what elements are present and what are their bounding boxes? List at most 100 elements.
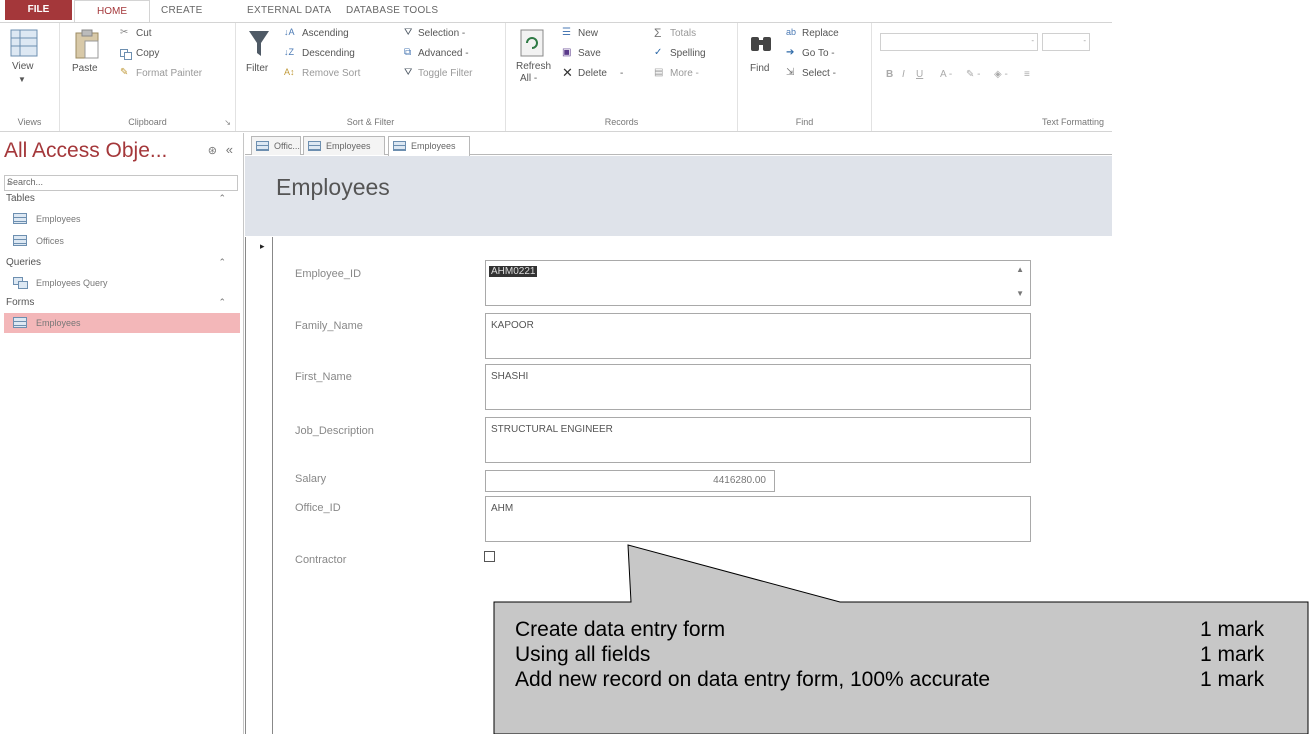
nav-section-tables[interactable]: Tables ⌃ xyxy=(6,193,236,204)
sigma-icon: Σ xyxy=(654,26,662,40)
group-find: Find ab Replace ➔ Go To - ⇲ Select - Fin… xyxy=(738,23,872,131)
doc-tab-label: Offic... xyxy=(274,141,300,151)
font-size-select[interactable]: - xyxy=(1042,33,1090,51)
totals-button[interactable]: Σ Totals xyxy=(654,26,736,43)
nav-item-label: Employees Query xyxy=(36,278,108,288)
nav-item-offices-table[interactable]: Offices xyxy=(4,231,240,251)
fill-color-icon[interactable]: ◈ - xyxy=(994,69,1008,80)
filter-label: Filter xyxy=(246,63,269,74)
contractor-checkbox[interactable] xyxy=(484,551,495,562)
tab-home[interactable]: HOME xyxy=(74,0,150,22)
toggle-filter-icon: ⛛ xyxy=(404,67,413,78)
nav-item-employees-form[interactable]: Employees xyxy=(4,313,240,333)
scroll-up-icon[interactable]: ▲ xyxy=(1016,265,1024,274)
nav-pane-title[interactable]: All Access Obje... xyxy=(4,139,167,163)
new-record-icon: ☰ xyxy=(562,27,571,38)
record-selector[interactable]: ▸ xyxy=(255,237,273,734)
toggle-filter-button[interactable]: ⛛ Toggle Filter xyxy=(404,67,504,83)
first-name-value: SHASHI xyxy=(491,371,529,382)
nav-section-label: Queries xyxy=(6,257,42,268)
advanced-filter-icon: ⧉ xyxy=(404,47,412,58)
nav-section-forms[interactable]: Forms ⌃ xyxy=(6,297,236,308)
italic-icon[interactable]: I xyxy=(902,69,905,80)
label-first-name: First_Name xyxy=(295,371,352,383)
doc-tab-employees-form[interactable]: Employees xyxy=(388,136,470,156)
bold-icon[interactable]: B xyxy=(886,69,893,80)
office-id-field[interactable]: AHM xyxy=(485,496,1031,542)
group-clipboard: Paste ✂ Cut Copy ✎ Format Painter Clipbo… xyxy=(60,23,236,131)
cut-button[interactable]: ✂ Cut xyxy=(120,27,230,43)
advanced-button[interactable]: ⧉ Advanced - xyxy=(404,47,504,63)
scroll-down-icon[interactable]: ▼ xyxy=(1016,289,1024,298)
nav-search-input[interactable]: Search... ⌕ xyxy=(4,175,238,191)
ribbon: View ▼ Views Paste ✂ Cut Copy ✎ Format P xyxy=(0,22,1112,132)
underline-icon[interactable]: U xyxy=(916,69,923,80)
doc-tab-offices[interactable]: Offic... xyxy=(251,136,301,155)
replace-button[interactable]: ab Replace xyxy=(786,27,870,43)
advanced-label: Advanced - xyxy=(418,48,469,59)
remove-sort-button[interactable]: A↕ Remove Sort xyxy=(284,67,394,83)
font-name-select[interactable]: - xyxy=(880,33,1038,51)
label-salary: Salary xyxy=(295,473,327,485)
paste-button[interactable]: Paste xyxy=(70,29,106,93)
doc-tab-employees-table[interactable]: Employees xyxy=(303,136,385,155)
totals-label: Totals xyxy=(670,28,697,39)
nav-section-queries[interactable]: Queries ⌃ xyxy=(6,257,236,268)
go-to-button[interactable]: ➔ Go To - xyxy=(786,47,870,63)
dialog-launcher-icon[interactable]: ↘ xyxy=(224,118,231,127)
first-name-field[interactable]: SHASHI xyxy=(485,364,1031,410)
font-color-icon[interactable]: A - xyxy=(940,69,952,80)
job-description-field[interactable]: STRUCTURAL ENGINEER xyxy=(485,417,1031,463)
more-button[interactable]: ▤ More - xyxy=(654,67,736,83)
salary-value: 4416280.00 xyxy=(713,475,766,486)
new-record-button[interactable]: ☰ New xyxy=(562,27,642,43)
delete-button[interactable]: ✕ Delete - xyxy=(562,65,652,83)
ascending-button[interactable]: ↓A Ascending xyxy=(284,27,394,43)
highlight-icon[interactable]: ✎ - xyxy=(966,69,981,80)
select-label: Select - xyxy=(802,68,836,79)
refresh-all-button[interactable]: Refresh All - xyxy=(514,29,554,99)
nav-section-label: Forms xyxy=(6,297,35,308)
tab-file[interactable]: FILE xyxy=(5,0,72,20)
nav-item-label: Employees xyxy=(36,318,81,328)
filter-button[interactable]: Filter xyxy=(244,29,278,93)
spelling-button[interactable]: ✓ Spelling xyxy=(654,47,736,63)
salary-field[interactable]: 4416280.00 xyxy=(485,470,775,492)
tab-create[interactable]: CREATE xyxy=(161,5,203,16)
tab-external-data[interactable]: EXTERNAL DATA xyxy=(247,5,331,16)
view-icon xyxy=(10,29,38,57)
remove-sort-label: Remove Sort xyxy=(302,68,361,79)
nav-section-label: Tables xyxy=(6,193,35,204)
format-painter-button[interactable]: ✎ Format Painter xyxy=(120,67,232,83)
select-button[interactable]: ⇲ Select - xyxy=(786,67,870,83)
selection-filter-icon: ⛛ xyxy=(404,27,413,38)
descending-button[interactable]: ↓Z Descending xyxy=(284,47,394,63)
document-tab-bar: Offic... Employees Employees xyxy=(245,133,1112,156)
employee-id-value: AHM0221 xyxy=(489,266,538,277)
group-views: View ▼ Views xyxy=(0,23,60,131)
find-button[interactable]: Find xyxy=(746,29,780,93)
query-icon xyxy=(13,277,28,289)
refresh-all-label: All - xyxy=(520,73,538,84)
tab-database-tools[interactable]: DATABASE TOOLS xyxy=(346,5,438,16)
ribbon-tab-bar: FILE HOME CREATE EXTERNAL DATA DATABASE … xyxy=(0,0,1112,22)
format-painter-label: Format Painter xyxy=(136,68,203,79)
family-name-field[interactable]: KAPOOR xyxy=(485,313,1031,359)
nav-item-employees-query[interactable]: Employees Query xyxy=(4,273,240,293)
table-icon xyxy=(13,235,27,246)
align-icon[interactable]: ≡ xyxy=(1024,69,1030,80)
funnel-icon xyxy=(249,31,269,56)
form-icon xyxy=(393,141,406,151)
form-title: Employees xyxy=(276,174,390,200)
collapse-pane-icon[interactable]: « xyxy=(226,142,233,157)
selection-button[interactable]: ⛛ Selection - xyxy=(404,27,504,43)
nav-item-employees-table[interactable]: Employees xyxy=(4,209,240,229)
save-button[interactable]: ▣ Save xyxy=(562,47,642,63)
employee-id-field[interactable]: AHM0221 ▲ ▼ xyxy=(485,260,1031,306)
view-button[interactable]: View ▼ xyxy=(6,29,48,93)
copy-button[interactable]: Copy xyxy=(120,47,230,63)
spelling-label: Spelling xyxy=(670,48,706,59)
search-icon[interactable]: ⌕ xyxy=(7,177,234,188)
cursor-icon: ⇲ xyxy=(786,67,795,78)
chevron-down-icon[interactable]: ⊛ xyxy=(208,144,217,157)
